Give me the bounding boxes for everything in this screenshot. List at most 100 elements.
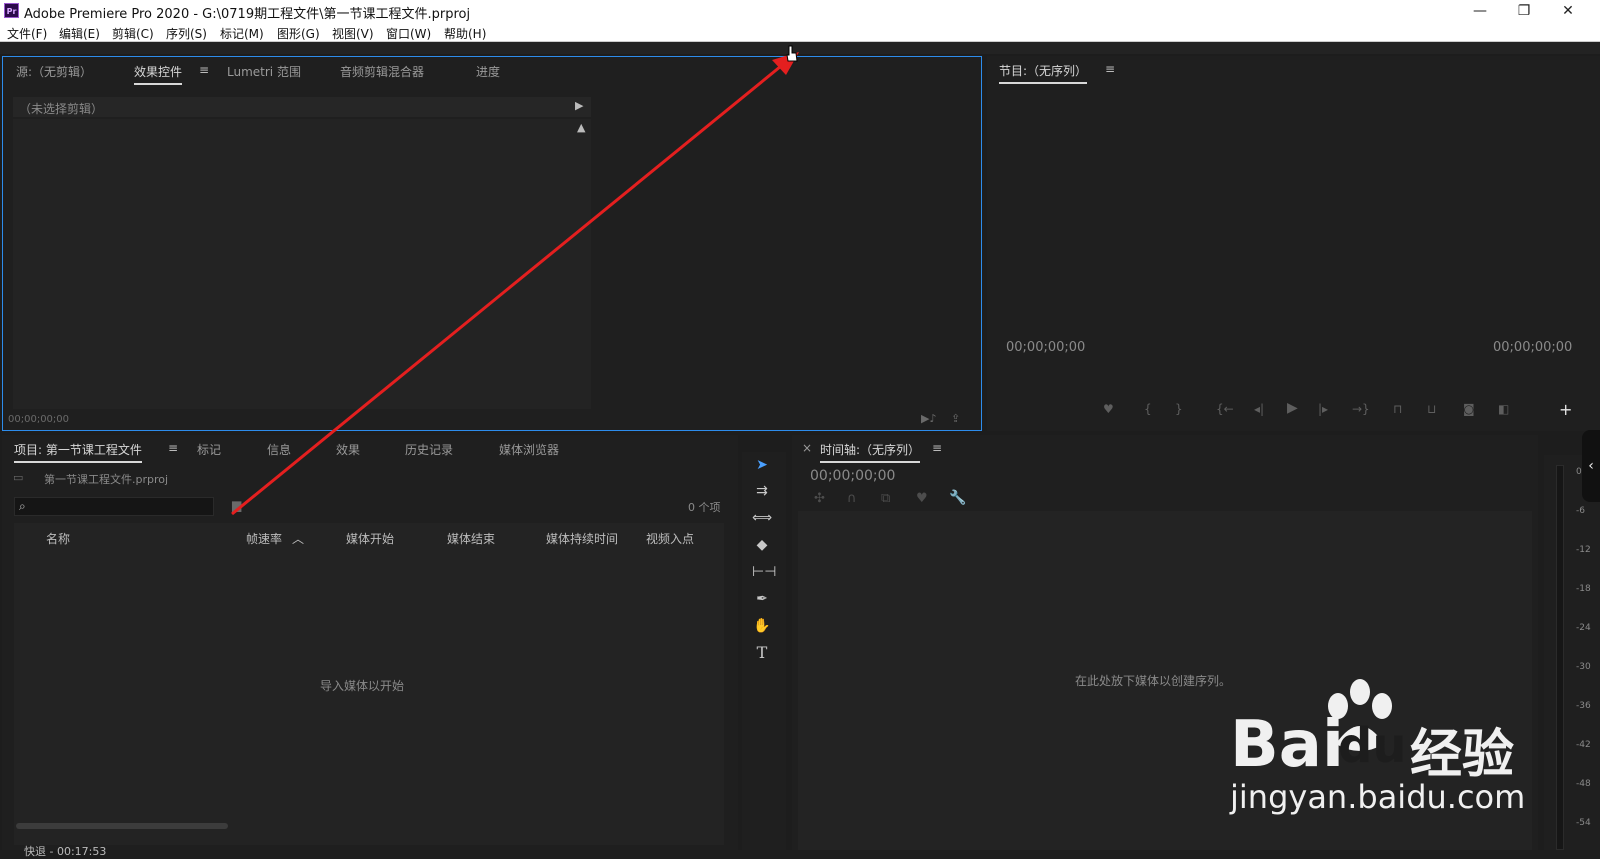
- meter-label: -18: [1576, 584, 1591, 594]
- add-marker-icon[interactable]: ♥: [916, 491, 928, 506]
- ripple-edit-tool-icon[interactable]: ⟺: [752, 508, 772, 528]
- tab-progress[interactable]: 进度: [476, 63, 500, 80]
- minimize-button[interactable]: —: [1458, 0, 1502, 22]
- export-frame-icon[interactable]: ◙: [1463, 402, 1475, 416]
- nest-icon[interactable]: ✣: [814, 491, 825, 506]
- program-playhead-timecode[interactable]: 00;00;00;00: [1006, 340, 1085, 355]
- tab-project[interactable]: 项目: 第一节课工程文件: [14, 441, 142, 463]
- play-audio-icon[interactable]: ▶♪: [921, 412, 936, 425]
- meter-label: -6: [1576, 506, 1585, 516]
- column-media-duration[interactable]: 媒体持续时间: [546, 530, 618, 547]
- go-to-out-icon[interactable]: →}: [1352, 402, 1370, 416]
- program-monitor-panel: 节目:（无序列） ≡ 00;00;00;00 00;00;00;00: [987, 56, 1600, 431]
- panel-menu-icon[interactable]: ≡: [168, 441, 178, 455]
- tab-effect-controls[interactable]: 效果控件: [134, 63, 183, 85]
- hand-tool-icon[interactable]: ✋: [752, 616, 772, 636]
- selection-tool-icon[interactable]: ➤: [752, 455, 772, 475]
- close-icon[interactable]: ×: [802, 441, 812, 455]
- panel-menu-icon[interactable]: ≡: [199, 63, 209, 77]
- snap-icon[interactable]: ∩: [847, 491, 857, 506]
- mark-in-icon[interactable]: {: [1144, 402, 1152, 416]
- effect-controls-timecode: 00;00;00;00: [8, 414, 70, 425]
- pen-tool-icon[interactable]: ✒: [752, 589, 772, 609]
- close-button[interactable]: ✕: [1546, 0, 1590, 22]
- mark-out-icon[interactable]: }: [1175, 402, 1183, 416]
- menu-sequence[interactable]: 序列(S): [166, 25, 207, 42]
- tab-history[interactable]: 历史记录: [405, 441, 453, 458]
- search-icon: ⌕: [19, 499, 26, 513]
- column-video-in-point[interactable]: 视频入点: [646, 530, 694, 547]
- menu-clip[interactable]: 剪辑(C): [112, 25, 154, 42]
- no-clip-label: （未选择剪辑）: [19, 102, 104, 116]
- wrench-icon[interactable]: 🔧: [949, 490, 966, 506]
- column-media-start[interactable]: 媒体开始: [346, 530, 394, 547]
- scroll-up-icon[interactable]: ▲: [577, 121, 585, 134]
- audio-meter-panel: [1544, 455, 1600, 850]
- watermark-brand-du: du: [1338, 718, 1407, 774]
- project-file-name: 第一节课工程文件.prproj: [44, 473, 169, 486]
- play-icon[interactable]: ▶: [1287, 400, 1298, 416]
- timeline-playhead-timecode[interactable]: 00;00;00;00: [810, 468, 895, 484]
- tab-effects[interactable]: 效果: [336, 441, 360, 458]
- meter-label: -24: [1576, 623, 1591, 633]
- horizontal-scrollbar[interactable]: [16, 823, 228, 829]
- column-name[interactable]: 名称: [46, 530, 70, 547]
- menu-view[interactable]: 视图(V): [332, 25, 374, 42]
- go-to-in-icon[interactable]: {←: [1216, 402, 1234, 416]
- menu-file[interactable]: 文件(F): [7, 25, 47, 42]
- tab-audio-clip-mixer[interactable]: 音频剪辑混合器: [340, 63, 424, 80]
- timeline-title[interactable]: 时间轴:（无序列）: [820, 441, 921, 463]
- step-back-icon[interactable]: ◂|: [1254, 402, 1264, 416]
- extract-icon[interactable]: ⊔: [1427, 402, 1436, 416]
- step-forward-icon[interactable]: |▸: [1318, 402, 1328, 416]
- panel-menu-icon[interactable]: ≡: [932, 441, 942, 455]
- effect-controls-panel: 源:（无剪辑） 效果控件 ≡ Lumetri 范围 音频剪辑混合器 进度 （未选…: [2, 56, 982, 431]
- razor-tool-icon[interactable]: ◆: [752, 535, 772, 555]
- project-footer-status: 快退 - 00:17:53: [24, 845, 107, 858]
- menu-window[interactable]: 窗口(W): [386, 25, 431, 42]
- tab-markers[interactable]: 标记: [197, 441, 221, 458]
- menu-marker[interactable]: 标记(M): [220, 25, 264, 42]
- project-search-input[interactable]: ⌕: [14, 497, 214, 516]
- premiere-app-icon: Pr: [4, 3, 19, 18]
- menu-help[interactable]: 帮助(H): [444, 25, 486, 42]
- meter-label: 0: [1576, 467, 1582, 477]
- window-title: Adobe Premiere Pro 2020 - G:\0719期工程文件\第…: [24, 7, 471, 22]
- menu-edit[interactable]: 编辑(E): [59, 25, 100, 42]
- slip-tool-icon[interactable]: ⊢⊣: [752, 562, 776, 582]
- hand-cursor-icon: [786, 45, 798, 62]
- tab-source[interactable]: 源:（无剪辑）: [16, 63, 92, 80]
- watermark-url: jingyan.baidu.com: [1230, 778, 1526, 816]
- panel-menu-icon[interactable]: ≡: [1105, 62, 1115, 76]
- button-editor-icon[interactable]: +: [1559, 400, 1572, 419]
- meter-bar: [1556, 465, 1564, 850]
- side-panel-toggle-icon[interactable]: ‹: [1582, 430, 1600, 502]
- meter-label: -36: [1576, 701, 1591, 711]
- linked-selection-icon[interactable]: ⧉: [881, 491, 890, 506]
- menu-bar: 文件(F) 编辑(E) 剪辑(C) 序列(S) 标记(M) 图形(G) 视图(V…: [0, 22, 1600, 42]
- menu-graphics[interactable]: 图形(G): [277, 25, 320, 42]
- add-marker-icon[interactable]: ♥: [1103, 402, 1114, 416]
- column-frame-rate[interactable]: 帧速率: [246, 530, 282, 547]
- new-bin-icon[interactable]: ▆: [232, 498, 241, 512]
- export-frame-icon[interactable]: ⇪: [951, 412, 960, 425]
- program-monitor-title[interactable]: 节目:（无序列）: [999, 62, 1088, 84]
- item-count: 0 个项: [688, 501, 721, 514]
- workspace-header: [0, 42, 1600, 54]
- column-media-end[interactable]: 媒体结束: [447, 530, 495, 547]
- program-duration-timecode: 00;00;00;00: [1493, 340, 1573, 355]
- lift-icon[interactable]: ⊓: [1393, 402, 1402, 416]
- tab-info[interactable]: 信息: [267, 441, 291, 458]
- expand-right-icon[interactable]: ▶: [575, 99, 583, 112]
- comparison-view-icon[interactable]: ◧: [1498, 402, 1509, 416]
- track-select-tool-icon[interactable]: ⇉: [752, 481, 772, 501]
- tab-lumetri-scopes[interactable]: Lumetri 范围: [227, 63, 301, 80]
- meter-label: -30: [1576, 662, 1591, 672]
- watermark-brand-jingyan: 经验: [1410, 725, 1515, 785]
- type-tool-icon[interactable]: T: [752, 643, 772, 663]
- import-media-hint: 导入媒体以开始: [320, 679, 405, 693]
- bin-folder-icon: ▭: [13, 471, 24, 484]
- sort-ascending-icon[interactable]: ︿: [292, 530, 304, 547]
- maximize-button[interactable]: ❐: [1502, 0, 1546, 22]
- tab-media-browser[interactable]: 媒体浏览器: [499, 441, 559, 458]
